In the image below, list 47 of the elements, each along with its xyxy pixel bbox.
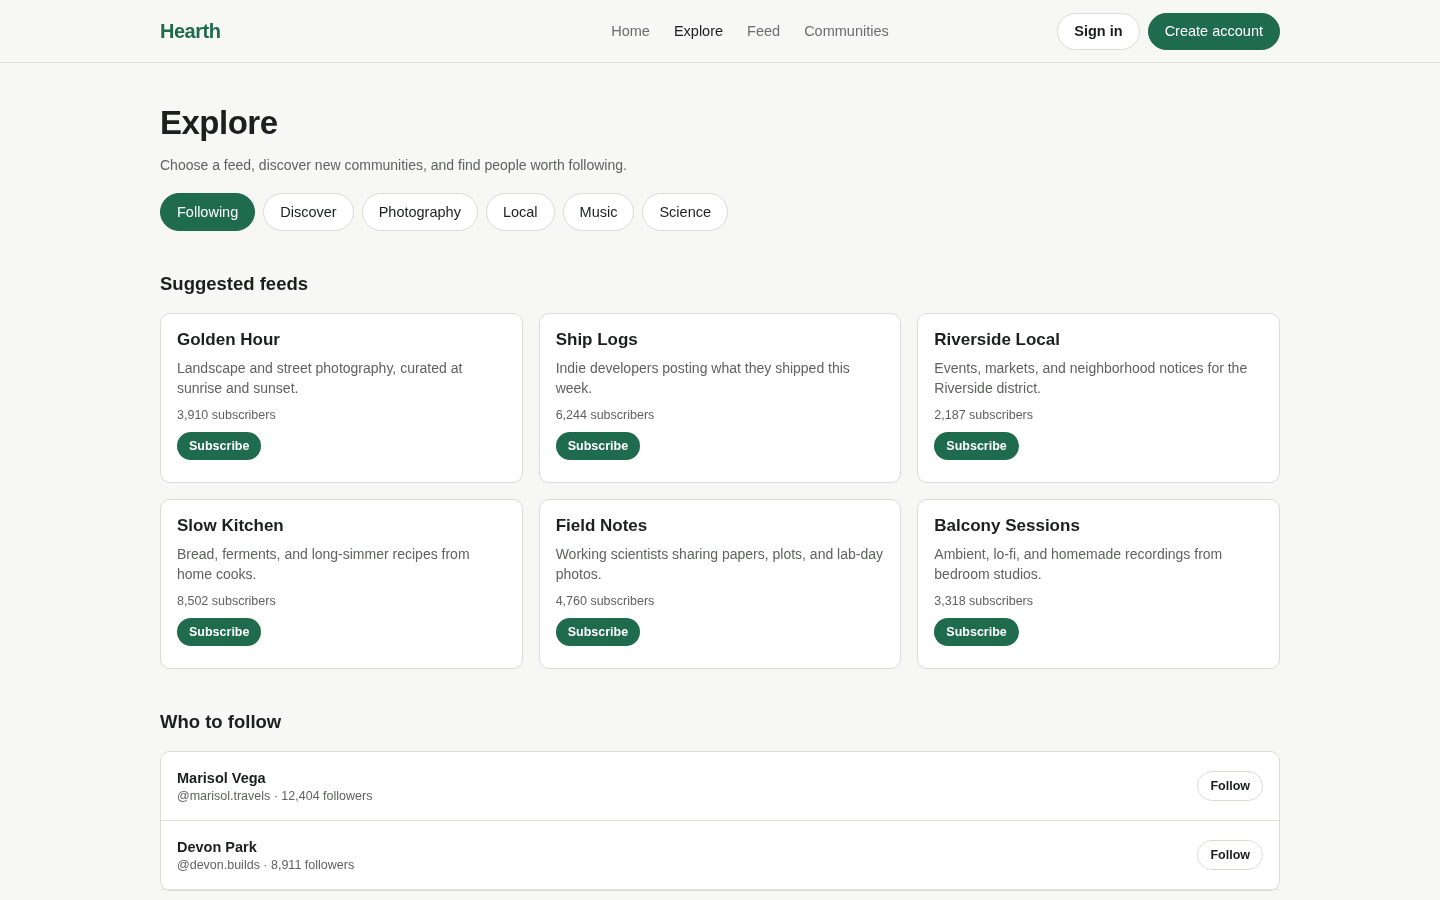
filter-tab[interactable]: Discover — [263, 193, 354, 231]
filter-tab[interactable]: Photography — [361, 193, 478, 231]
page-subtitle: Choose a feed, discover new communities, and find people worth following. — [160, 157, 628, 173]
subscriber-count: 3,318 subscribers — [934, 594, 1034, 608]
section-heading: Suggested feeds — [160, 273, 310, 295]
feed-description: Landscape and street photography, curated at sunrise and sunset. — [177, 359, 464, 398]
nav-link[interactable]: Feed — [747, 23, 781, 39]
nav-link[interactable]: Home — [611, 23, 650, 39]
subscriber-count: 3,910 subscribers — [177, 408, 277, 422]
sign-in-button[interactable]: Sign in — [1057, 12, 1140, 50]
subscribe-button[interactable]: Subscribe — [934, 432, 1019, 460]
feed-description: Bread, ferments, and long-simmer recipes from home cooks. — [177, 545, 471, 584]
nav-link[interactable]: Communities — [804, 23, 889, 39]
filter-tab[interactable]: Following — [160, 193, 256, 231]
filter-tab[interactable]: Local — [485, 193, 555, 231]
feed-name: Ship Logs — [555, 330, 639, 350]
person-meta: @devon.builds · 8,911 followers — [177, 857, 356, 872]
subscribe-button[interactable]: Subscribe — [177, 618, 262, 646]
page-title: Explore — [160, 103, 279, 143]
section-heading: Who to follow — [160, 711, 283, 733]
subscriber-count: 6,244 subscribers — [555, 408, 656, 422]
subscriber-count: 8,502 subscribers — [177, 594, 277, 608]
feed-description: Indie developers posting what they shipped this week. — [555, 359, 851, 398]
person-name: Marisol Vega — [177, 769, 267, 786]
feed-description: Working scientists sharing papers, plots, and lab-day photos. — [555, 545, 884, 584]
subscribe-button[interactable]: Subscribe — [177, 432, 262, 460]
subscribe-button[interactable]: Subscribe — [934, 618, 1019, 646]
subscriber-count: 4,760 subscribers — [555, 594, 656, 608]
nav-link[interactable]: Explore — [673, 23, 724, 39]
feed-description: Events, markets, and neighborhood notices for the Riverside district. — [934, 359, 1249, 398]
feed-description: Ambient, lo-fi, and homemade recordings from bedroom studios. — [934, 545, 1224, 584]
feed-name: Riverside Local — [934, 330, 1061, 350]
person-meta: @marisol.travels · 12,404 followers — [177, 788, 374, 803]
subscriber-count: 2,187 subscribers — [934, 408, 1034, 422]
subscribe-button[interactable]: Subscribe — [555, 432, 641, 460]
follow-button[interactable]: Follow — [1197, 840, 1263, 870]
create-account-button[interactable]: Create account — [1147, 12, 1280, 50]
subscribe-button[interactable]: Subscribe — [555, 618, 641, 646]
follow-button[interactable]: Follow — [1197, 771, 1263, 801]
feed-name: Field Notes — [555, 516, 649, 536]
feed-name: Slow Kitchen — [177, 516, 285, 536]
filter-tab[interactable]: Science — [642, 193, 729, 231]
feed-name: Balcony Sessions — [934, 516, 1081, 536]
person-name: Devon Park — [177, 838, 258, 855]
filter-tab[interactable]: Music — [562, 193, 635, 231]
brand-logo[interactable]: Hearth — [160, 19, 514, 43]
feed-name: Golden Hour — [177, 330, 281, 350]
